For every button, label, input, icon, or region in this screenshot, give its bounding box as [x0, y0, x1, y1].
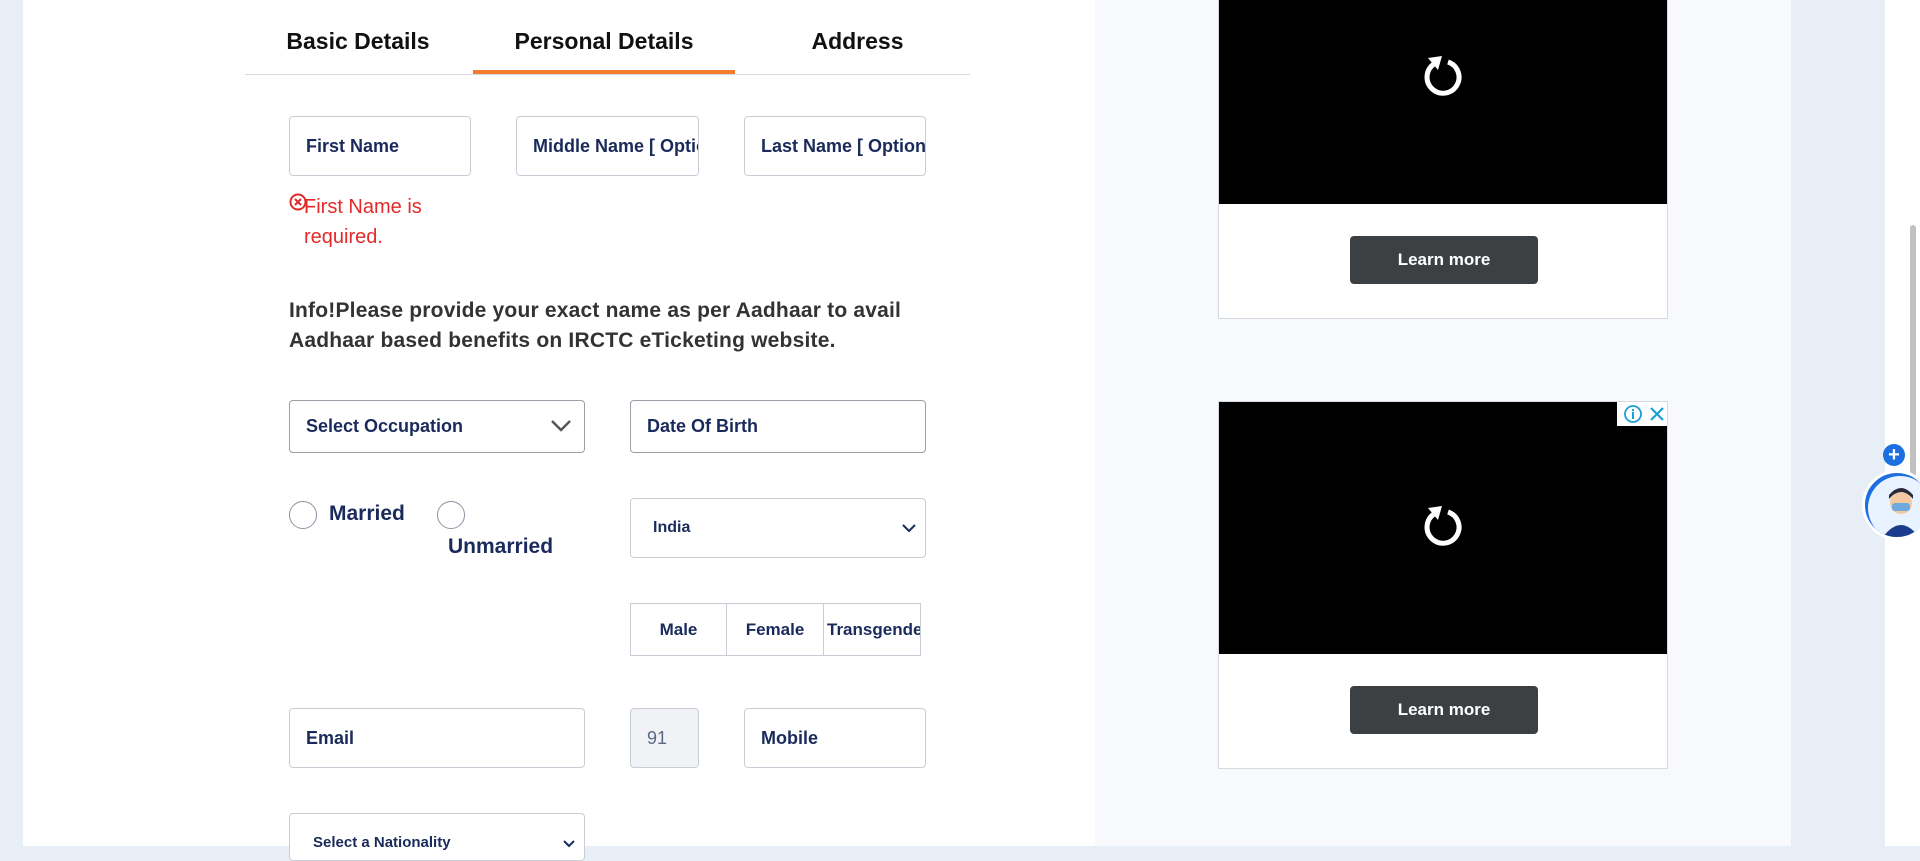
nationality-select-label: Select a Nationality: [313, 834, 451, 851]
chatbot-expand-icon[interactable]: +: [1883, 444, 1905, 466]
ad-choices[interactable]: [1617, 402, 1667, 426]
country-select[interactable]: India: [630, 498, 926, 558]
nationality-select[interactable]: Select a Nationality: [289, 813, 585, 861]
chatbot-character-icon: [1868, 476, 1920, 537]
country-select-value: India: [653, 519, 691, 536]
gender-transgender-button[interactable]: Transgender: [824, 603, 921, 656]
unmarried-radio[interactable]: [437, 501, 465, 529]
chevron-down-icon: [563, 840, 575, 848]
first-name-input[interactable]: First Name: [289, 116, 471, 176]
country-code-field: 91: [630, 708, 699, 768]
tab-personal-details[interactable]: Personal Details: [473, 28, 735, 74]
first-name-error: First Name is required.: [304, 196, 422, 248]
ad-video[interactable]: [1219, 0, 1667, 204]
tab-address[interactable]: Address: [775, 28, 940, 74]
chatbot-avatar-icon[interactable]: [1862, 470, 1920, 540]
gender-selector: Male Female Transgender: [630, 603, 921, 656]
email-input[interactable]: Email: [289, 708, 585, 768]
ad-unit-top: Learn more: [1218, 0, 1668, 319]
ad-unit-bottom: Learn more: [1218, 401, 1668, 769]
middle-name-input[interactable]: Middle Name [ Optional ]: [516, 116, 699, 176]
gender-female-button[interactable]: Female: [727, 603, 824, 656]
married-label[interactable]: Married: [329, 502, 405, 526]
occupation-select[interactable]: Select Occupation: [289, 400, 585, 453]
mobile-input[interactable]: Mobile: [744, 708, 926, 768]
close-icon[interactable]: [1647, 404, 1667, 424]
chevron-down-icon: [551, 420, 571, 432]
ad-learn-more-button[interactable]: Learn more: [1350, 686, 1538, 734]
ad-learn-more-button[interactable]: Learn more: [1350, 236, 1538, 284]
occupation-select-label: Select Occupation: [306, 416, 464, 436]
replay-icon[interactable]: [1422, 52, 1466, 100]
last-name-input[interactable]: Last Name [ Optional ]: [744, 116, 926, 176]
replay-icon[interactable]: [1422, 502, 1466, 550]
tab-basic-details[interactable]: Basic Details: [283, 28, 433, 74]
chevron-down-icon: [902, 524, 916, 533]
info-icon[interactable]: [1623, 404, 1643, 424]
date-of-birth-input[interactable]: Date Of Birth: [630, 400, 926, 453]
page-margin-left: [23, 0, 120, 846]
gender-male-button[interactable]: Male: [630, 603, 727, 656]
ad-video[interactable]: [1219, 402, 1667, 654]
unmarried-label[interactable]: Unmarried: [448, 535, 553, 559]
aadhaar-info-text: Info!Please provide your exact name as p…: [289, 299, 902, 352]
form-tabs: Basic Details Personal Details Address: [245, 20, 970, 75]
married-radio[interactable]: [289, 501, 317, 529]
